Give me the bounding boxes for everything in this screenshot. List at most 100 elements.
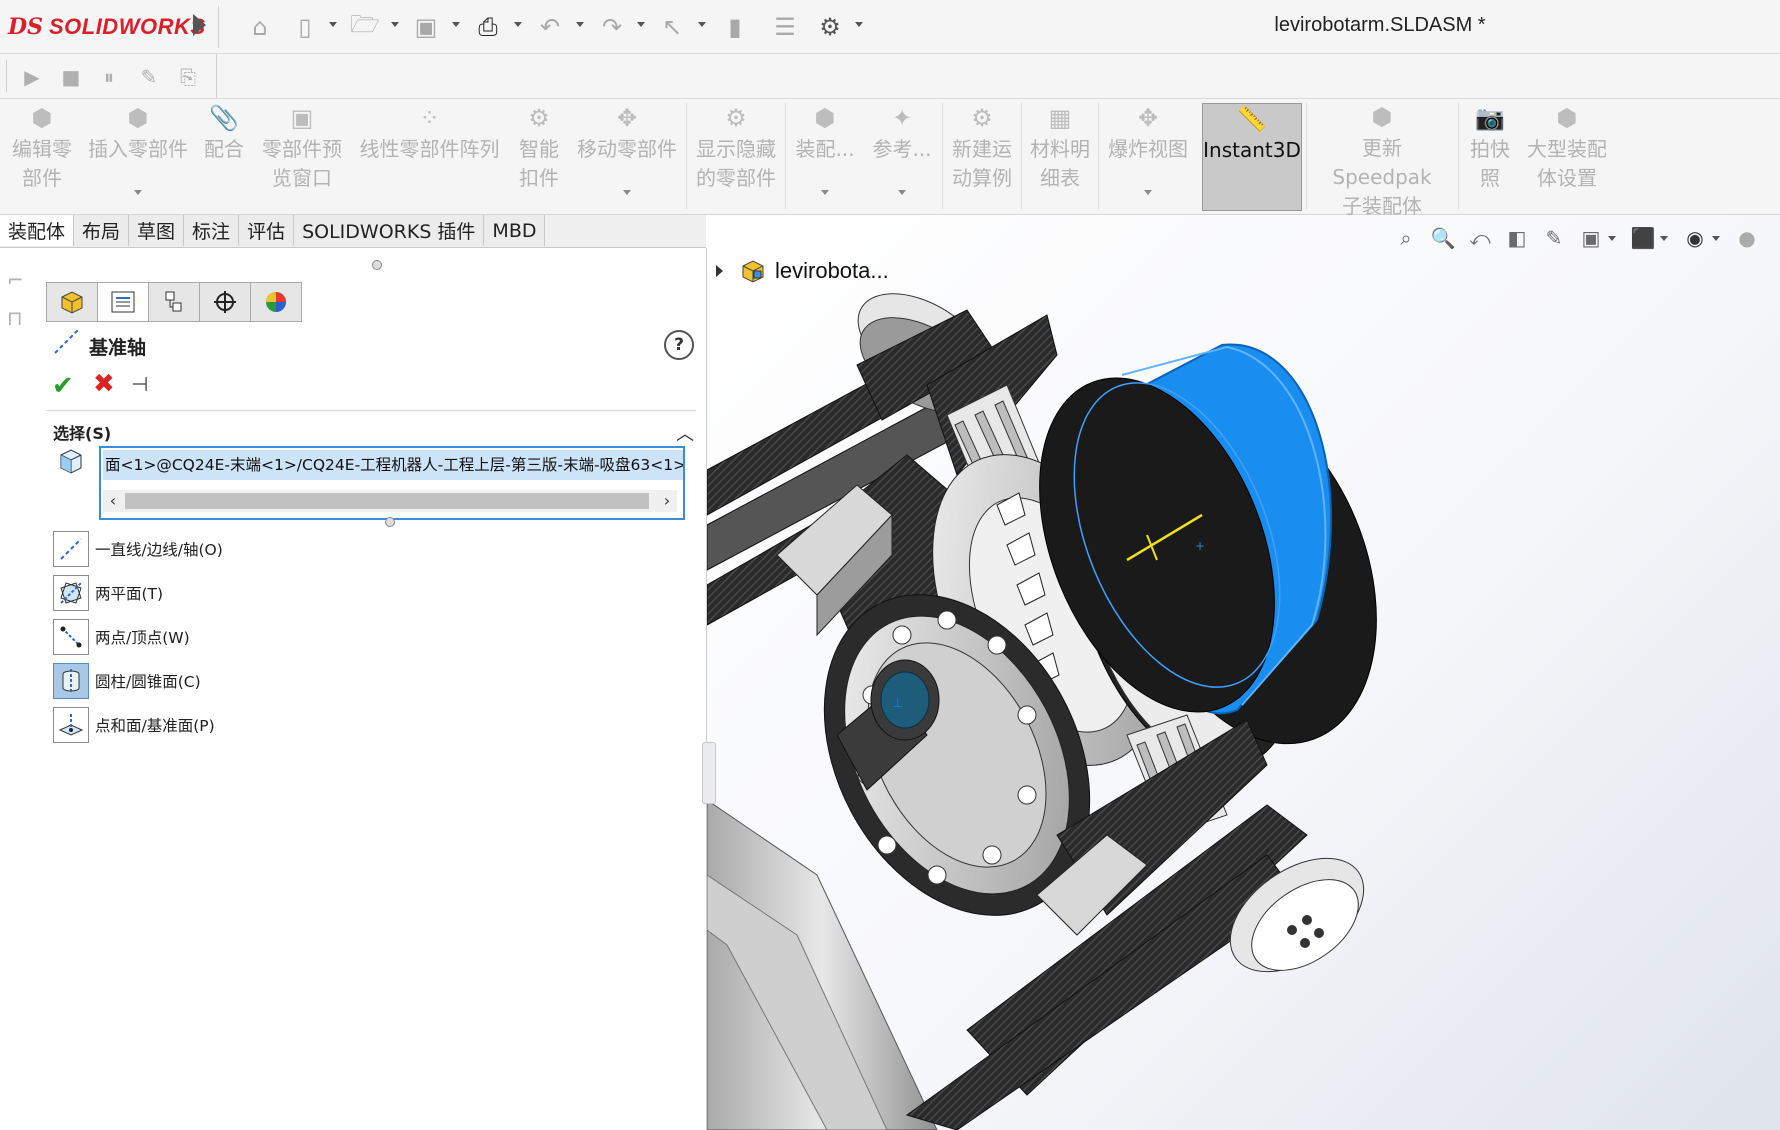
tab-mbd[interactable]: MBD xyxy=(484,215,546,246)
option-cylindrical-face[interactable]: 圆柱/圆锥面(C) xyxy=(53,663,453,699)
pause-record-icon[interactable]: ⏸ xyxy=(95,63,123,91)
assembly-features-icon: ⬢ xyxy=(814,103,836,132)
chevron-down-icon[interactable] xyxy=(821,190,829,195)
chevron-down-icon[interactable] xyxy=(855,22,863,27)
selections-section-label[interactable]: 选择(S) xyxy=(53,420,111,444)
selection-listbox[interactable]: 面<1>@CQ24E-末端<1>/CQ24E-工程机器人-工程上层-第三版-末端… xyxy=(99,446,685,520)
option-point-and-face[interactable]: 点和面/基准面(P) xyxy=(53,707,453,743)
show-hidden-components-button[interactable]: ⚙ 显示隐藏 的零部件 xyxy=(690,103,782,209)
component-preview-button[interactable]: ▣ 零部件预 览窗口 xyxy=(255,103,349,209)
rebuild-icon[interactable]: ▮ xyxy=(720,12,750,42)
tab-markup[interactable]: 标注 xyxy=(184,215,240,246)
property-manager-title: 基准轴 xyxy=(89,337,147,359)
large-assembly-settings-button[interactable]: ⬢ 大型装配 体设置 xyxy=(1520,103,1614,209)
selected-face-item[interactable]: 面<1>@CQ24E-末端<1>/CQ24E-工程机器人-工程上层-第三版-末端… xyxy=(103,450,683,480)
propertymanager-tab[interactable] xyxy=(97,282,149,322)
open-folder-icon[interactable]: 🗁 xyxy=(350,10,380,42)
dimxpert-tab[interactable] xyxy=(199,282,251,322)
command-manager: ⬢ 编辑零 部件 ⬢ 插入零部件 📎 配合 ▣ 零部件预 览窗口 ⁘ 线性零部件… xyxy=(0,99,1780,218)
appearance-sphere-icon xyxy=(266,292,286,312)
tab-assembly[interactable]: 装配体 xyxy=(0,215,75,246)
chevron-down-icon[interactable] xyxy=(1144,190,1152,195)
insert-component-button[interactable]: ⬢ 插入零部件 xyxy=(82,103,194,209)
new-document-icon[interactable]: ▯ xyxy=(290,12,320,42)
command-manager-tabs: 装配体 布局 草图 标注 评估 SOLIDWORKS 插件 MBD xyxy=(0,215,706,248)
chevron-down-icon[interactable] xyxy=(576,22,584,27)
tab-evaluate[interactable]: 评估 xyxy=(239,215,295,246)
undo-icon[interactable]: ↶ xyxy=(535,12,565,42)
line-edge-axis-icon xyxy=(53,531,89,567)
instant3d-icon: 📏 xyxy=(1237,104,1267,133)
mate-button[interactable]: 📎 配合 xyxy=(198,103,250,209)
scroll-left-icon[interactable]: ‹ xyxy=(103,490,123,512)
chevron-down-icon[interactable] xyxy=(898,190,906,195)
home-icon[interactable]: ⌂ xyxy=(245,12,275,42)
featuremanager-tabs xyxy=(46,282,302,322)
tab-layout[interactable]: 布局 xyxy=(74,215,130,246)
chevron-down-icon[interactable] xyxy=(452,22,460,27)
speedpak-icon: ⬢ xyxy=(1371,103,1393,131)
chevron-down-icon[interactable] xyxy=(514,22,522,27)
listbox-resize-handle[interactable] xyxy=(385,517,395,527)
sketch-relation-icon[interactable]: ⌐ xyxy=(7,268,33,294)
divider xyxy=(1021,103,1022,209)
panel-resize-handle[interactable] xyxy=(372,260,382,270)
tab-sketch[interactable]: 草图 xyxy=(129,215,185,246)
ok-check-icon[interactable]: ✔ xyxy=(52,371,74,401)
configurationmanager-tab[interactable] xyxy=(148,282,200,322)
new-motion-study-button[interactable]: ⚙ 新建运 动算例 xyxy=(946,103,1018,209)
snapshot-button[interactable]: 📷 拍快 照 xyxy=(1462,103,1518,209)
horizontal-scrollbar[interactable]: ‹ › xyxy=(103,490,677,512)
graphics-viewport[interactable]: ⌕ 🔍 ⤺ ◧ ✎ ▣ ⬛ ◉ ● levirobota... ⟂ + xyxy=(707,215,1780,1130)
exploded-view-button[interactable]: ✥ 爆炸视图 xyxy=(1102,103,1194,209)
edit-component-button[interactable]: ⬢ 编辑零 部件 xyxy=(6,103,78,209)
chevron-down-icon[interactable] xyxy=(134,190,142,195)
featuremanager-tab[interactable] xyxy=(46,282,98,322)
chevron-down-icon[interactable] xyxy=(698,22,706,27)
instant3d-button[interactable]: 📏 Instant3D xyxy=(1202,103,1302,211)
option-two-planes[interactable]: 两平面(T) xyxy=(53,575,453,611)
chevron-down-icon[interactable] xyxy=(329,22,337,27)
tab-addins[interactable]: SOLIDWORKS 插件 xyxy=(294,215,485,246)
new-macro-icon[interactable]: ✎ xyxy=(135,63,163,91)
help-button[interactable]: ? xyxy=(664,330,694,360)
solidworks-logo[interactable]: DS SOLIDWORKS xyxy=(8,12,206,42)
smart-fasteners-button[interactable]: ⚙ 智能 扣件 xyxy=(510,103,568,209)
bill-of-materials-icon: ▦ xyxy=(1048,103,1072,132)
insert-component-icon: ⬢ xyxy=(127,103,149,132)
assembly-3d-model[interactable]: ⟂ + xyxy=(707,215,1780,1130)
ds-logo-icon: DS xyxy=(8,14,43,40)
chevron-down-icon[interactable] xyxy=(637,22,645,27)
axis-plus-marker: + xyxy=(1195,539,1205,553)
print-icon[interactable]: ⎙ xyxy=(473,12,503,42)
chevron-up-icon[interactable]: ︿ xyxy=(676,420,694,446)
menu-expand-arrow-icon[interactable] xyxy=(193,14,206,36)
play-macro-icon[interactable]: ▶ xyxy=(18,63,46,91)
gear-icon[interactable]: ⚙ xyxy=(815,12,845,42)
redo-icon[interactable]: ↷ xyxy=(597,12,627,42)
stop-macro-icon[interactable]: ■ xyxy=(57,63,85,91)
point-and-face-icon xyxy=(53,707,89,743)
chevron-down-icon[interactable] xyxy=(623,190,631,195)
pin-icon[interactable]: ⊣ xyxy=(131,372,148,396)
cancel-x-icon[interactable]: ✖ xyxy=(93,369,115,399)
bill-of-materials-button[interactable]: ▦ 材料明 细表 xyxy=(1025,103,1095,209)
chevron-down-icon[interactable] xyxy=(391,22,399,27)
step-icon[interactable]: ⊓ xyxy=(7,306,33,332)
file-properties-icon[interactable]: ☰ xyxy=(770,12,800,42)
document-title: levirobotarm.SLDASM * xyxy=(1274,14,1486,36)
reference-geometry-button[interactable]: ✦ 参考... xyxy=(866,103,938,209)
edit-macro-icon[interactable]: ⎘ xyxy=(174,63,202,91)
move-component-button[interactable]: ✥ 移动零部件 xyxy=(571,103,683,209)
save-icon[interactable]: ▣ xyxy=(411,12,441,42)
scroll-right-icon[interactable]: › xyxy=(657,490,677,512)
option-line-edge-axis[interactable]: 一直线/边线/轴(O) xyxy=(53,531,453,567)
panel-splitter-handle[interactable] xyxy=(702,742,716,804)
update-speedpak-button[interactable]: ⬢ 更新 Speedpak 子装配体 xyxy=(1310,103,1454,218)
select-cursor-icon[interactable]: ↖ xyxy=(657,12,687,42)
option-two-points[interactable]: 两点/顶点(W) xyxy=(53,619,453,655)
scrollbar-thumb[interactable] xyxy=(125,493,649,509)
assembly-features-button[interactable]: ⬢ 装配... xyxy=(789,103,861,209)
display-manager-tab[interactable] xyxy=(250,282,302,322)
linear-pattern-button[interactable]: ⁘ 线性零部件阵列 xyxy=(352,103,507,209)
